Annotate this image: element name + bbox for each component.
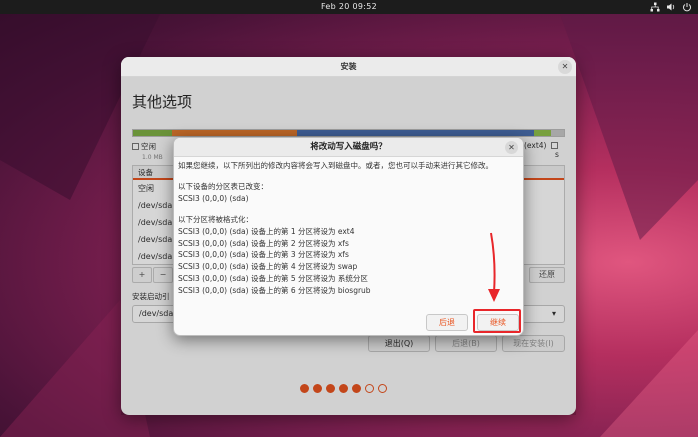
format-item: SCSI3 (0,0,0) (sda) 设备上的第 3 分区将设为 xfs [178, 250, 349, 260]
clock[interactable]: Feb 20 09:52 [0, 2, 698, 11]
dialog-body: 如果您继续，以下所列出的修改内容将会写入到磁盘中。或者，您也可以手动来进行其它修… [178, 160, 493, 297]
write-changes-dialog: 将改动写入磁盘吗？ ✕ 如果您继续，以下所列出的修改内容将会写入到磁盘中。或者，… [173, 137, 524, 336]
format-heading: 以下分区将被格式化： [178, 214, 253, 224]
format-item: SCSI3 (0,0,0) (sda) 设备上的第 2 分区将设为 xfs [178, 238, 349, 248]
window-close-icon[interactable]: ✕ [558, 60, 572, 74]
power-icon [683, 3, 691, 12]
network-icon [650, 2, 660, 12]
table-changed-heading: 以下设备的分区表已改变： [178, 181, 268, 191]
volume-icon [667, 3, 675, 11]
changed-device: SCSI3 (0,0,0) (sda) [178, 193, 249, 203]
top-bar: Feb 20 09:52 [0, 0, 698, 14]
format-item: SCSI3 (0,0,0) (sda) 设备上的第 1 分区将设为 ext4 [178, 226, 355, 236]
dialog-close-icon[interactable]: ✕ [505, 141, 518, 154]
window-title: 安装 [121, 57, 576, 77]
pointer-arrow-icon [488, 232, 500, 302]
continue-highlight-box [473, 309, 521, 333]
system-tray[interactable] [650, 1, 692, 13]
format-item: SCSI3 (0,0,0) (sda) 设备上的第 6 分区将设为 biosgr… [178, 286, 371, 296]
dialog-intro: 如果您继续，以下所列出的修改内容将会写入到磁盘中。或者，您也可以手动来进行其它修… [178, 161, 493, 170]
dialog-title: 将改动写入磁盘吗？ [174, 138, 523, 157]
format-item: SCSI3 (0,0,0) (sda) 设备上的第 4 分区将设为 swap [178, 262, 358, 272]
dialog-back-button[interactable]: 后退 [426, 314, 468, 331]
format-item: SCSI3 (0,0,0) (sda) 设备上的第 5 分区将设为 系统分区 [178, 274, 368, 284]
